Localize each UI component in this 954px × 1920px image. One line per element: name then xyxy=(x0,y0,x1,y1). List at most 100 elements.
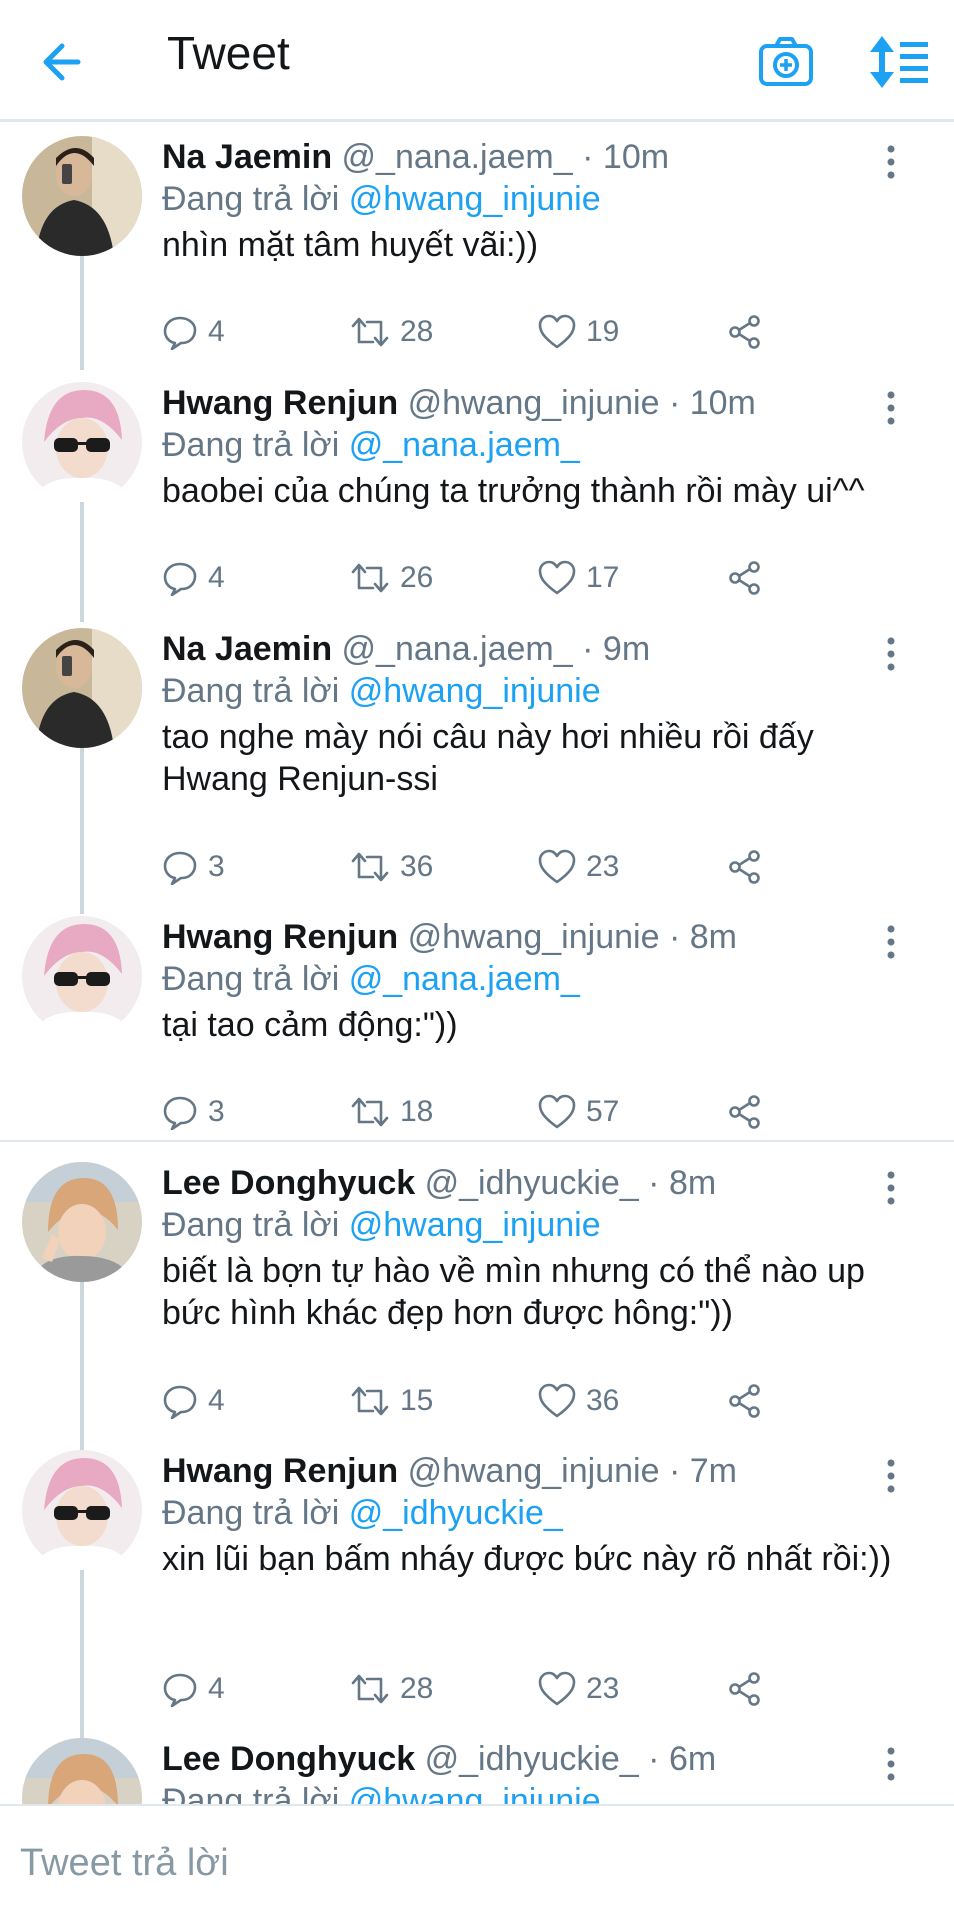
heart-icon xyxy=(538,560,576,595)
avatar[interactable] xyxy=(22,382,142,502)
share-button[interactable] xyxy=(727,1666,773,1712)
more-options-icon[interactable] xyxy=(876,142,906,182)
like-count: 17 xyxy=(586,561,620,594)
author-name[interactable]: Hwang Renjun xyxy=(162,918,398,956)
like-button[interactable]: 19 xyxy=(538,309,619,355)
more-options-icon[interactable] xyxy=(876,1456,906,1496)
avatar[interactable] xyxy=(22,628,142,748)
back-arrow-icon[interactable] xyxy=(38,34,94,90)
retweet-count: 36 xyxy=(400,850,434,883)
replying-to-label: Đang trả lời xyxy=(162,426,340,464)
avatar[interactable] xyxy=(22,1738,142,1804)
camera-add-icon[interactable] xyxy=(756,32,816,92)
reply-button[interactable]: 4 xyxy=(162,309,225,355)
replying-to-label: Đang trả lời xyxy=(162,960,340,998)
tweet-text: baobei của chúng ta trưởng thành rồi mày… xyxy=(162,472,865,510)
reply-input[interactable] xyxy=(18,1832,922,1894)
share-button[interactable] xyxy=(727,1378,773,1424)
author-handle: @_nana.jaem_ xyxy=(341,630,573,668)
share-button[interactable] xyxy=(727,309,773,355)
reply-button[interactable]: 3 xyxy=(162,844,225,890)
retweet-button[interactable]: 26 xyxy=(350,555,433,601)
tweet-actions: 3 18 57 xyxy=(162,1089,782,1135)
retweet-count: 28 xyxy=(400,1672,434,1705)
reply-button[interactable]: 4 xyxy=(162,1666,225,1712)
reply-mention-link[interactable]: @_nana.jaem_ xyxy=(349,960,580,998)
share-icon xyxy=(729,1384,760,1418)
reply-button[interactable]: 4 xyxy=(162,1378,225,1424)
reply-button[interactable]: 4 xyxy=(162,555,225,601)
retweet-button[interactable]: 15 xyxy=(350,1378,433,1424)
like-button[interactable]: 57 xyxy=(538,1089,619,1135)
share-button[interactable] xyxy=(727,1089,773,1135)
tweet-text: tại tao cảm động:")) xyxy=(162,1006,458,1044)
reply-mention-link[interactable]: @hwang_injunie xyxy=(349,1782,601,1804)
reply-mention-link[interactable]: @hwang_injunie xyxy=(349,180,601,218)
more-options-icon[interactable] xyxy=(876,1168,906,1208)
tweet[interactable]: Hwang Renjun @hwang_injunie · 7m Đang tr… xyxy=(0,1446,954,1730)
author-name[interactable]: Na Jaemin xyxy=(162,630,332,668)
retweet-icon xyxy=(351,1097,389,1127)
share-icon xyxy=(729,850,760,884)
separator-dot: · xyxy=(648,1164,660,1202)
tweet[interactable]: Hwang Renjun @hwang_injunie · 8m Đang tr… xyxy=(0,912,954,1152)
more-options-icon[interactable] xyxy=(876,1744,906,1784)
author-handle: @hwang_injunie xyxy=(407,384,660,422)
retweet-count: 15 xyxy=(400,1384,434,1417)
separator-dot: · xyxy=(648,1740,660,1778)
replying-to-label: Đang trả lời xyxy=(162,672,340,710)
like-button[interactable]: 23 xyxy=(538,844,619,890)
sort-icon[interactable] xyxy=(866,32,932,92)
more-options-icon[interactable] xyxy=(876,388,906,428)
avatar[interactable] xyxy=(22,916,142,1036)
tweet[interactable]: Lee Donghyuck @_idhyuckie_ · 8m Đang trả… xyxy=(0,1158,954,1442)
tweet-time: 7m xyxy=(689,1452,737,1490)
tweet-text: biết là bợn tự hào về mìn nhưng có thể n… xyxy=(162,1252,865,1332)
tweet-text: tao nghe mày nói câu này hơi nhiều rồi đ… xyxy=(162,718,814,798)
like-button[interactable]: 36 xyxy=(538,1378,619,1424)
avatar[interactable] xyxy=(22,136,142,256)
reply-mention-link[interactable]: @hwang_injunie xyxy=(349,1206,601,1244)
tweet[interactable]: Hwang Renjun @hwang_injunie · 10m Đang t… xyxy=(0,378,954,618)
share-button[interactable] xyxy=(727,844,773,890)
tweet[interactable]: Lee Donghyuck @_idhyuckie_ · 6m Đang trả… xyxy=(0,1734,954,1804)
retweet-button[interactable]: 18 xyxy=(350,1089,433,1135)
reply-button[interactable]: 3 xyxy=(162,1089,225,1135)
separator-dot: · xyxy=(668,918,681,956)
retweet-button[interactable]: 28 xyxy=(350,309,433,355)
reply-mention-link[interactable]: @hwang_injunie xyxy=(349,672,601,710)
separator-dot: · xyxy=(582,138,594,176)
like-count: 23 xyxy=(586,1672,620,1705)
like-button[interactable]: 17 xyxy=(538,555,619,601)
author-name[interactable]: Hwang Renjun xyxy=(162,1452,398,1490)
reply-composer xyxy=(0,1804,954,1920)
retweet-button[interactable]: 36 xyxy=(350,844,433,890)
reply-icon xyxy=(163,1096,197,1130)
share-icon xyxy=(729,315,760,349)
author-name[interactable]: Lee Donghyuck xyxy=(162,1164,415,1202)
author-name[interactable]: Na Jaemin xyxy=(162,138,332,176)
retweet-button[interactable]: 28 xyxy=(350,1666,433,1712)
author-handle: @_idhyuckie_ xyxy=(424,1740,639,1778)
reply-mention-link[interactable]: @_nana.jaem_ xyxy=(349,426,580,464)
reply-icon xyxy=(163,851,197,885)
avatar[interactable] xyxy=(22,1162,142,1282)
tweet-time: 9m xyxy=(602,630,651,668)
reply-count: 4 xyxy=(208,1384,225,1417)
like-count: 36 xyxy=(586,1384,620,1417)
avatar[interactable] xyxy=(22,1450,142,1570)
reply-count: 4 xyxy=(208,561,225,594)
tweet[interactable]: Na Jaemin @_nana.jaem_ · 9m Đang trả lời… xyxy=(0,624,954,908)
author-name[interactable]: Hwang Renjun xyxy=(162,384,398,422)
like-count: 23 xyxy=(586,850,620,883)
like-button[interactable]: 23 xyxy=(538,1666,619,1712)
replying-to-label: Đang trả lời xyxy=(162,1494,340,1532)
tweet[interactable]: Na Jaemin @_nana.jaem_ · 10m Đang trả lờ… xyxy=(0,132,954,372)
reply-mention-link[interactable]: @_idhyuckie_ xyxy=(349,1494,563,1532)
share-button[interactable] xyxy=(727,555,773,601)
more-options-icon[interactable] xyxy=(876,634,906,674)
retweet-count: 28 xyxy=(400,315,434,348)
retweet-icon xyxy=(351,563,389,593)
author-name[interactable]: Lee Donghyuck xyxy=(162,1740,415,1778)
more-options-icon[interactable] xyxy=(876,922,906,962)
